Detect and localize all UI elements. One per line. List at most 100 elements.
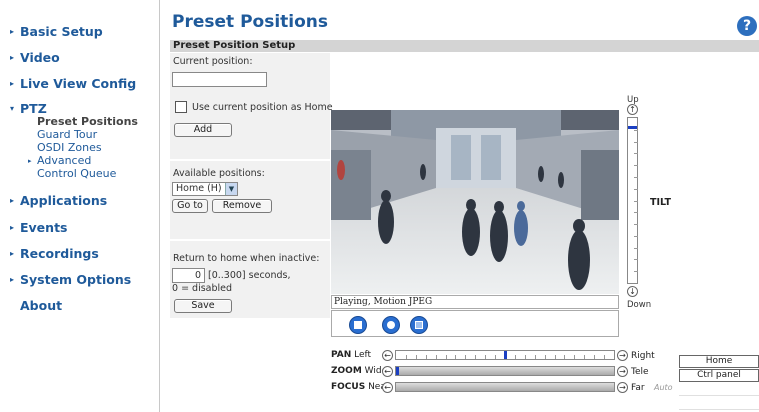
use-as-home-checkbox[interactable] — [175, 101, 187, 113]
pan-row-label: PAN Left — [331, 350, 371, 360]
focus-label: FOCUS — [331, 382, 366, 392]
sidebar-item-basic-setup[interactable]: ▸ Basic Setup — [10, 24, 103, 39]
pan-slider-knob[interactable] — [504, 351, 507, 359]
zoom-wide-button[interactable]: ← — [382, 366, 393, 377]
home-button[interactable]: Home — [679, 355, 759, 368]
video-controls — [331, 310, 619, 337]
sidebar-subitem-guard-tour[interactable]: Guard Tour — [37, 129, 97, 141]
pan-tick — [485, 355, 486, 359]
tilt-tick — [634, 165, 638, 166]
sidebar: ▸ Basic Setup ▸ Video ▸ Live View Config ▾ P… — [0, 0, 160, 412]
sidebar-item-label: PTZ — [20, 101, 47, 116]
sidebar-item-label: Events — [20, 220, 68, 235]
pan-tick — [495, 355, 496, 359]
sidebar-subitem-advanced[interactable]: Advanced — [37, 155, 91, 167]
tilt-tick — [634, 212, 638, 213]
tilt-tick — [634, 236, 638, 237]
pan-tick — [455, 355, 456, 359]
remove-button[interactable]: Remove — [212, 199, 272, 213]
focus-far-button[interactable]: → — [617, 382, 628, 393]
pan-label: PAN — [331, 350, 352, 360]
pan-tick — [584, 355, 585, 359]
snapshot-button[interactable] — [382, 316, 400, 334]
zoom-tele-button[interactable]: → — [617, 366, 628, 377]
focus-near-button[interactable]: ← — [382, 382, 393, 393]
expand-arrow-icon: ▸ — [28, 157, 32, 165]
current-position-panel: Current position: Use current position a… — [170, 53, 333, 160]
pan-tick — [535, 355, 536, 359]
goto-button[interactable]: Go to — [172, 199, 208, 213]
add-button[interactable]: Add — [174, 123, 232, 137]
sidebar-subitem-preset-positions[interactable]: Preset Positions — [37, 116, 138, 128]
focus-auto-label[interactable]: Auto — [654, 383, 673, 392]
pan-tick — [594, 355, 595, 359]
zoom-label: ZOOM — [331, 366, 362, 376]
return-home-panel: Return to home when inactive: 0 [0..300]… — [170, 241, 330, 319]
sidebar-item-video[interactable]: ▸ Video — [10, 50, 60, 65]
return-home-range: [0..300] seconds, — [208, 270, 291, 281]
focus-right-label: Far — [631, 383, 645, 393]
help-icon[interactable]: ? — [737, 16, 757, 36]
available-positions-select[interactable]: Home (H) ▼ — [172, 182, 238, 196]
camera-icon — [387, 321, 395, 329]
expand-arrow-icon: ▸ — [10, 223, 15, 232]
sidebar-item-live-view-config[interactable]: ▸ Live View Config — [10, 76, 136, 91]
pan-tick — [436, 355, 437, 359]
pan-tick — [515, 355, 516, 359]
pan-tick — [564, 355, 565, 359]
pan-tick — [525, 355, 526, 359]
pan-tick — [426, 355, 427, 359]
current-position-input[interactable] — [172, 72, 267, 87]
sidebar-item-ptz[interactable]: ▾ PTZ — [10, 101, 47, 116]
tilt-slider[interactable] — [627, 117, 638, 284]
sidebar-item-applications[interactable]: ▸ Applications — [10, 193, 107, 208]
available-positions-label: Available positions: — [173, 168, 265, 179]
sidebar-item-label: System Options — [20, 272, 132, 287]
fullscreen-button[interactable] — [410, 316, 428, 334]
pan-right-label: Right — [631, 351, 655, 361]
zoom-slider[interactable] — [395, 366, 615, 376]
focus-slider[interactable] — [395, 382, 615, 392]
tilt-up-button[interactable]: ↑ — [627, 104, 638, 115]
zoom-slider-knob[interactable] — [396, 367, 399, 375]
pan-tick — [475, 355, 476, 359]
tilt-tick — [634, 259, 638, 260]
pan-tick — [446, 355, 447, 359]
zoom-row-label: ZOOM Wide — [331, 366, 387, 376]
sidebar-item-recordings[interactable]: ▸ Recordings — [10, 246, 99, 261]
zoom-right-label: Tele — [631, 367, 649, 377]
use-as-home-label: Use current position as Home — [192, 102, 333, 113]
sidebar-item-label: Live View Config — [20, 76, 137, 91]
pan-slider[interactable] — [395, 350, 615, 360]
tilt-down-button[interactable]: ↓ — [627, 286, 638, 297]
sidebar-subitem-osdi-zones[interactable]: OSDI Zones — [37, 142, 102, 154]
selected-position: Home (H) — [176, 183, 222, 194]
tilt-tick — [634, 142, 638, 143]
sidebar-item-events[interactable]: ▸ Events — [10, 220, 67, 235]
expand-arrow-icon: ▸ — [10, 27, 15, 36]
expand-arrow-icon: ▸ — [10, 79, 15, 88]
pan-right-button[interactable]: → — [617, 350, 628, 361]
pan-tick — [465, 355, 466, 359]
tilt-tick — [634, 153, 638, 154]
pan-tick — [406, 355, 407, 359]
pan-left-button[interactable]: ← — [382, 350, 393, 361]
ctrl-panel-button[interactable]: Ctrl panel — [679, 369, 759, 382]
stop-button[interactable] — [349, 316, 367, 334]
sidebar-item-system-options[interactable]: ▸ System Options — [10, 272, 131, 287]
collapse-arrow-icon: ▾ — [10, 104, 15, 113]
pan-left-label: Left — [354, 350, 372, 360]
section-header: Preset Position Setup — [170, 40, 759, 52]
empty-slot — [679, 397, 759, 410]
sidebar-item-about[interactable]: About — [10, 298, 62, 313]
return-home-input[interactable]: 0 — [172, 268, 205, 283]
sidebar-item-label: Basic Setup — [20, 24, 103, 39]
pan-tick — [416, 355, 417, 359]
empty-slot — [679, 383, 759, 396]
sidebar-subitem-control-queue[interactable]: Control Queue — [37, 168, 116, 180]
video-stream[interactable] — [331, 110, 619, 294]
tilt-slider-knob[interactable] — [628, 126, 637, 129]
tilt-down-label: Down — [627, 300, 652, 310]
tilt-tick — [634, 177, 638, 178]
save-button[interactable]: Save — [174, 299, 232, 313]
